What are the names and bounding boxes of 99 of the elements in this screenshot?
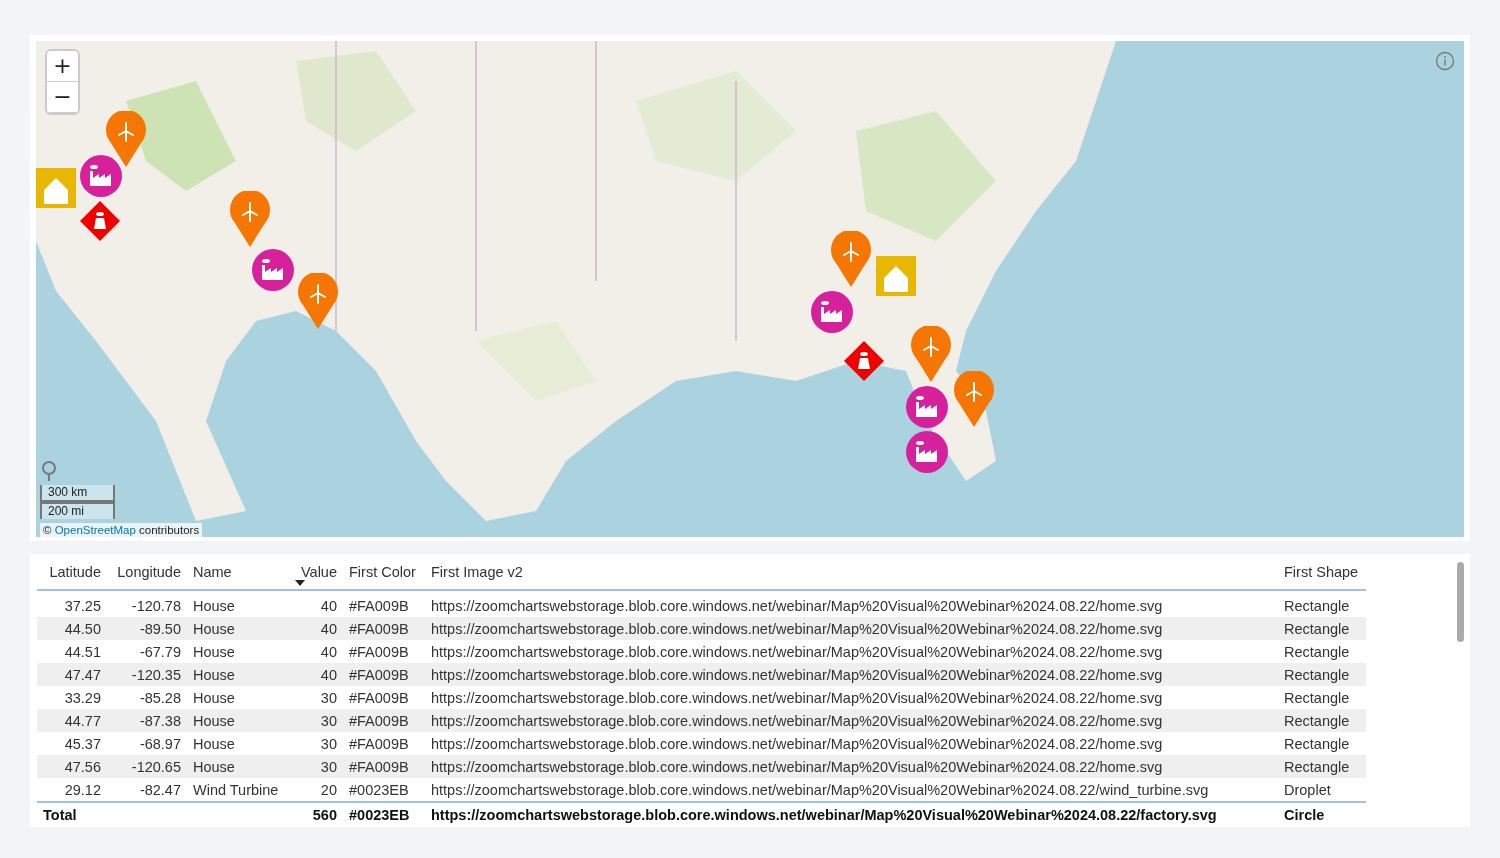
wind-turbine-marker-icon[interactable]: [911, 326, 951, 382]
table-cell: -89.50: [107, 617, 187, 640]
table-cell: -87.38: [107, 709, 187, 732]
table-cell: #FA009B: [343, 709, 425, 732]
wind-turbine-marker-icon[interactable]: [831, 231, 871, 287]
table-cell: 33.29: [37, 686, 107, 709]
table-cell: Wind Turbine: [187, 778, 287, 802]
house-marker-icon[interactable]: [876, 256, 916, 296]
table-cell: -85.28: [107, 686, 187, 709]
power-plant-marker-icon[interactable]: [844, 341, 884, 381]
sort-descending-icon[interactable]: [295, 580, 305, 586]
table-cell: House: [187, 640, 287, 663]
table-cell: Rectangle: [1278, 709, 1366, 732]
total-cell: 560: [312, 806, 337, 823]
scale-bar: 300 km 200 mi: [40, 485, 116, 519]
table-cell: 20: [287, 778, 343, 802]
factory-marker-icon[interactable]: [906, 431, 948, 473]
wind-turbine-marker-icon[interactable]: [106, 111, 146, 167]
table-cell: https://zoomchartswebstorage.blob.core.windows.net/webinar/Map%20Visual%20Webinar%2024.08.22/wind_turbine.svg: [425, 778, 1278, 802]
table-cell: -67.79: [107, 640, 187, 663]
table-cell: 44.77: [37, 709, 107, 732]
total-cell: https://zoomchartswebstorage.blob.core.windows.net/webinar/Map%20Visual%20Webinar%2024.08.22/factory.svg: [431, 806, 1217, 823]
table-cell: https://zoomchartswebstorage.blob.core.windows.net/webinar/Map%20Visual%20Webinar%2024.08.22/home.svg: [425, 686, 1278, 709]
table-cell: https://zoomchartswebstorage.blob.core.windows.net/webinar/Map%20Visual%20Webinar%2024.08.22/home.svg: [425, 663, 1278, 686]
table-cell: 30: [287, 686, 343, 709]
total-cell: #0023EB: [349, 806, 410, 823]
table-cell: 40: [287, 663, 343, 686]
factory-marker-icon[interactable]: [906, 386, 948, 428]
column-header[interactable]: Value: [287, 562, 343, 590]
factory-marker-icon[interactable]: [80, 155, 122, 197]
table-cell: 30: [287, 709, 343, 732]
table-cell: #FA009B: [343, 640, 425, 663]
factory-marker-icon[interactable]: [252, 249, 294, 291]
table-cell: https://zoomchartswebstorage.blob.core.windows.net/webinar/Map%20Visual%20Webinar%2024.08.22/home.svg: [425, 755, 1278, 778]
table-cell: 47.56: [37, 755, 107, 778]
table-cell: #FA009B: [343, 755, 425, 778]
table-cell: -120.35: [107, 663, 187, 686]
wind-turbine-marker-icon[interactable]: [954, 371, 994, 427]
scrollbar[interactable]: [1457, 562, 1464, 642]
table-cell: 30: [287, 755, 343, 778]
table-cell: #FA009B: [343, 590, 425, 617]
table-cell: House: [187, 663, 287, 686]
table-cell: -68.97: [107, 732, 187, 755]
table-cell: 44.51: [37, 640, 107, 663]
openstreetmap-link[interactable]: OpenStreetMap: [54, 524, 136, 536]
attribution-text: © OpenStreetMap contributors: [40, 523, 203, 537]
zoom-out-button[interactable]: −: [47, 82, 78, 113]
table-cell: 29.12: [37, 778, 107, 802]
table-cell: 45.37: [37, 732, 107, 755]
table-cell: #FA009B: [343, 732, 425, 755]
table-cell: https://zoomchartswebstorage.blob.core.windows.net/webinar/Map%20Visual%20Webinar%2024.08.22/home.svg: [425, 640, 1278, 663]
house-marker-icon[interactable]: [36, 168, 76, 208]
column-header[interactable]: Latitude: [37, 562, 107, 590]
table-cell: Rectangle: [1278, 663, 1366, 686]
table-cell: Rectangle: [1278, 732, 1366, 755]
table-cell: Rectangle: [1278, 755, 1366, 778]
wind-turbine-marker-icon[interactable]: [230, 191, 270, 247]
table-cell: #FA009B: [343, 617, 425, 640]
table-cell: House: [187, 709, 287, 732]
table-cell: Rectangle: [1278, 640, 1366, 663]
table-cell: -120.65: [107, 755, 187, 778]
table-cell: 40: [287, 617, 343, 640]
table-cell: Rectangle: [1278, 590, 1366, 617]
table-cell: -82.47: [107, 778, 187, 802]
table-cell: 47.47: [37, 663, 107, 686]
power-plant-marker-icon[interactable]: [80, 201, 120, 241]
column-header[interactable]: Name: [187, 562, 287, 590]
table-cell: House: [187, 617, 287, 640]
table-cell: House: [187, 686, 287, 709]
table-cell: #FA009B: [343, 663, 425, 686]
table-cell: 30: [287, 732, 343, 755]
table-cell: 44.50: [37, 617, 107, 640]
table-cell: Rectangle: [1278, 686, 1366, 709]
total-cell: Total: [43, 806, 77, 823]
table-cell: House: [187, 755, 287, 778]
table-cell: House: [187, 590, 287, 617]
table-cell: 40: [287, 640, 343, 663]
table-cell: https://zoomchartswebstorage.blob.core.windows.net/webinar/Map%20Visual%20Webinar%2024.08.22/home.svg: [425, 709, 1278, 732]
table-cell: https://zoomchartswebstorage.blob.core.windows.net/webinar/Map%20Visual%20Webinar%2024.08.22/home.svg: [425, 617, 1278, 640]
table-cell: https://zoomchartswebstorage.blob.core.windows.net/webinar/Map%20Visual%20Webinar%2024.08.22/home.svg: [425, 590, 1278, 617]
info-icon[interactable]: [1435, 51, 1455, 71]
pin-icon: [40, 461, 58, 481]
table-cell: 37.25: [37, 590, 107, 617]
factory-marker-icon[interactable]: [811, 291, 853, 333]
table-cell: #FA009B: [343, 686, 425, 709]
table-cell: 40: [287, 590, 343, 617]
column-header[interactable]: Longitude: [107, 562, 187, 590]
zoom-in-button[interactable]: +: [47, 51, 78, 82]
table-cell: https://zoomchartswebstorage.blob.core.windows.net/webinar/Map%20Visual%20Webinar%2024.08.22/home.svg: [425, 732, 1278, 755]
table-cell: House: [187, 732, 287, 755]
table-cell: -120.78: [107, 590, 187, 617]
table-cell: #0023EB: [343, 778, 425, 802]
column-header[interactable]: First Image v2: [425, 562, 1278, 590]
wind-turbine-marker-icon[interactable]: [298, 273, 338, 329]
total-cell: Circle: [1284, 806, 1325, 823]
column-header[interactable]: First Color: [343, 562, 425, 590]
table-cell: Rectangle: [1278, 617, 1366, 640]
column-header[interactable]: First Shape: [1278, 562, 1366, 590]
table-cell: Droplet: [1278, 778, 1366, 802]
